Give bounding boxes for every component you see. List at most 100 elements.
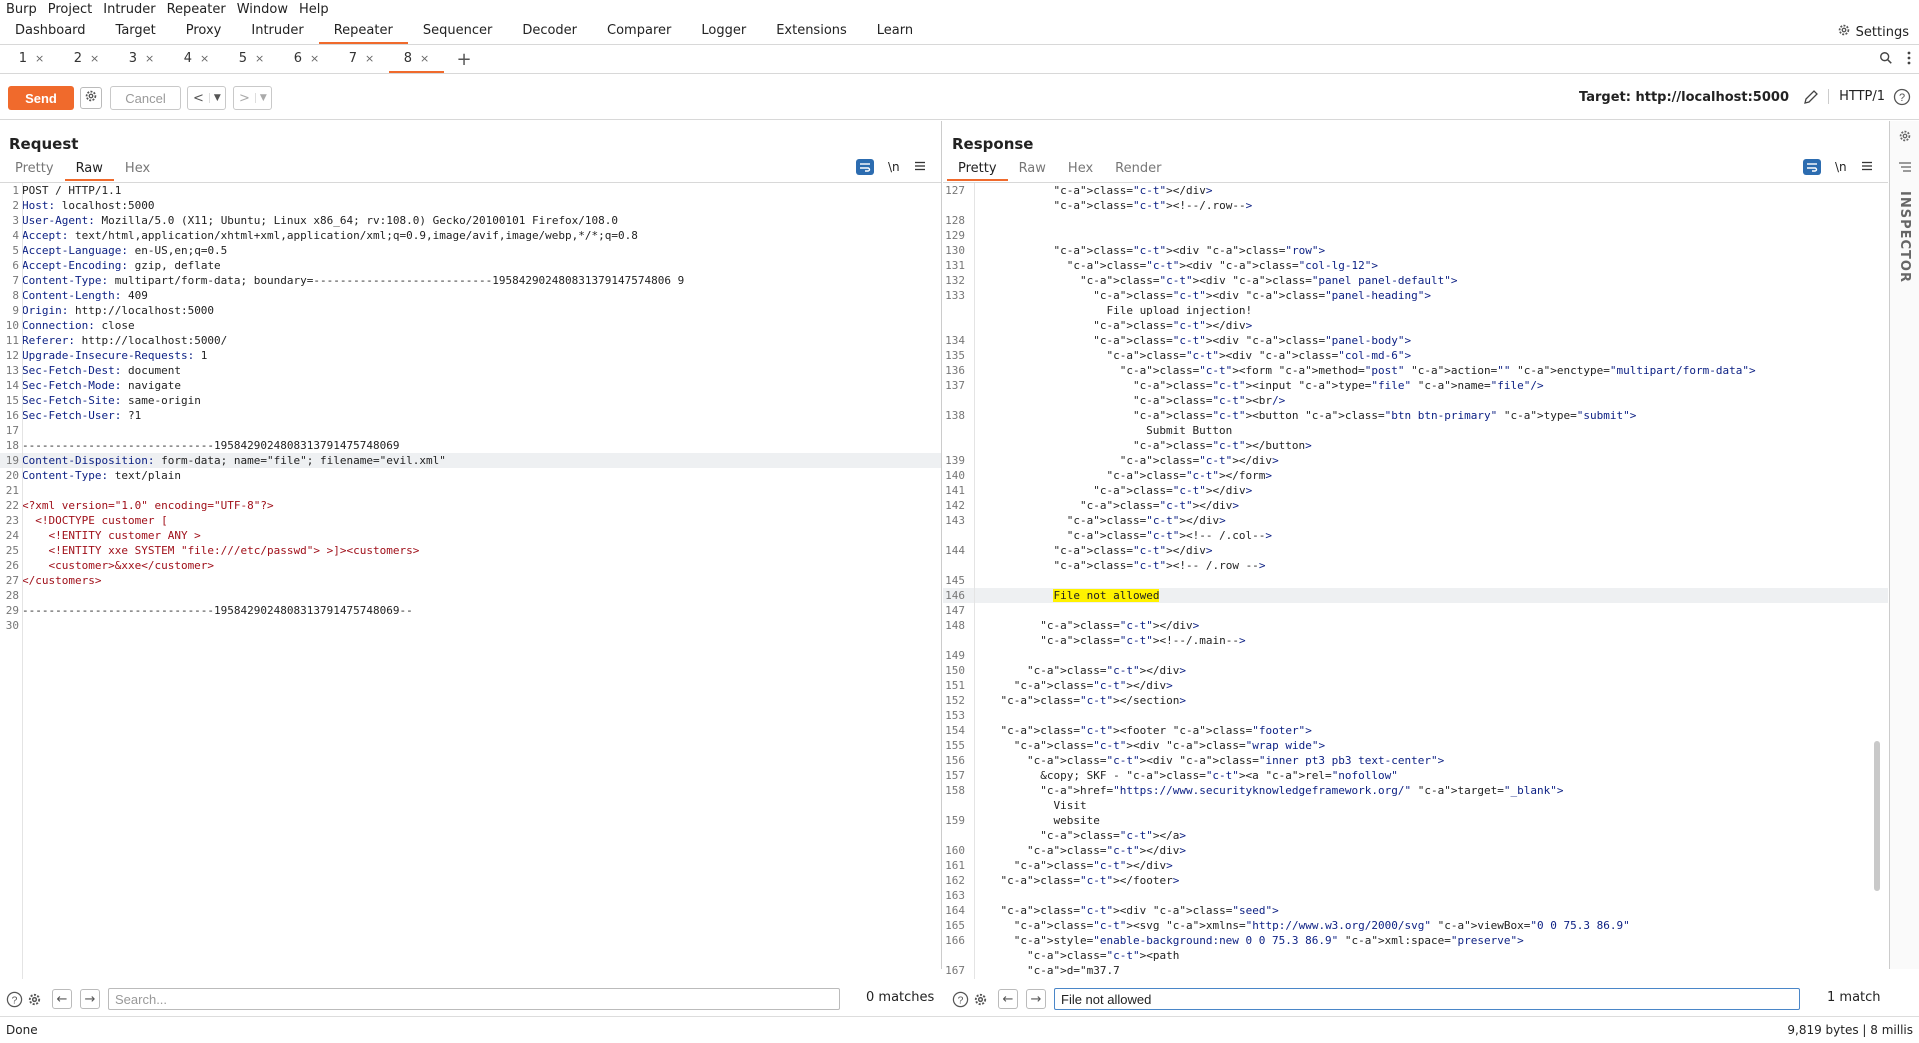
- help-icon[interactable]: ?: [4, 989, 24, 1009]
- menu-repeater[interactable]: Repeater: [167, 2, 226, 17]
- close-icon[interactable]: ×: [200, 52, 209, 65]
- request-editor[interactable]: 1 POST / HTTP/1.1 2 Host: localhost:5000 3 Us…: [0, 183, 941, 979]
- arrow-right-icon[interactable]: →: [80, 989, 100, 1009]
- repeater-tab[interactable]: 3 ×: [114, 46, 169, 73]
- send-options-button[interactable]: [80, 87, 102, 109]
- newline-toggle[interactable]: \n: [888, 160, 900, 174]
- tab-repeater[interactable]: Repeater: [318, 19, 408, 44]
- tab-logger[interactable]: Logger: [686, 19, 761, 44]
- line-text: "c-a">class="c-t"><div "c-a">class="pane…: [1093, 289, 1432, 302]
- hamburger-menu-icon[interactable]: [914, 160, 926, 174]
- tab-decoder[interactable]: Decoder: [507, 19, 592, 44]
- add-tab-button[interactable]: +: [444, 46, 484, 73]
- tab-proxy[interactable]: Proxy: [171, 19, 237, 44]
- line-number: 129: [945, 229, 965, 242]
- newline-toggle[interactable]: \n: [1835, 160, 1847, 174]
- tab-render[interactable]: Render: [1104, 157, 1172, 181]
- tab-sequencer[interactable]: Sequencer: [408, 19, 507, 44]
- tab-learn[interactable]: Learn: [862, 19, 928, 44]
- line-text: Accept-Language: en-US,en;q=0.5: [22, 244, 228, 257]
- arrow-right-icon[interactable]: →: [1026, 989, 1046, 1009]
- close-icon[interactable]: ×: [255, 52, 264, 65]
- line-text: "c-a">class="c-t"></div>: [1093, 484, 1253, 497]
- line-text: [974, 573, 1888, 588]
- gear-icon[interactable]: [970, 989, 990, 1009]
- editor-line: 135 "c-a">class="c-t"><div "c-a">class="…: [943, 348, 1888, 363]
- menu-window[interactable]: Window: [237, 2, 288, 17]
- settings-button[interactable]: Settings: [1837, 19, 1909, 45]
- scrollbar-thumb[interactable]: [1874, 741, 1880, 891]
- editor-line: 162 "c-a">class="c-t"></footer>: [943, 873, 1888, 888]
- line-number: 7: [12, 274, 19, 287]
- tab-pretty[interactable]: Pretty: [4, 157, 65, 181]
- close-icon[interactable]: ×: [145, 52, 154, 65]
- subtab-tools: [1879, 46, 1911, 74]
- line-number: 136: [945, 364, 965, 377]
- repeater-tab[interactable]: 5 ×: [224, 46, 279, 73]
- menu-intruder[interactable]: Intruder: [103, 2, 155, 17]
- menu-help[interactable]: Help: [299, 2, 329, 17]
- target-label: Target: http://localhost:5000: [1579, 90, 1789, 105]
- response-search-input[interactable]: [1054, 988, 1800, 1010]
- repeater-tab[interactable]: 2 ×: [59, 46, 114, 73]
- editor-line: 25 <!ENTITY xxe SYSTEM "file:///etc/pass…: [0, 543, 941, 558]
- search-icon[interactable]: [1879, 51, 1893, 69]
- word-wrap-icon[interactable]: [856, 159, 874, 175]
- tab-pretty[interactable]: Pretty: [947, 157, 1008, 181]
- repeater-tab[interactable]: 7 ×: [334, 46, 389, 73]
- line-number: 138: [945, 409, 965, 422]
- close-icon[interactable]: ×: [310, 52, 319, 65]
- help-icon[interactable]: ?: [950, 989, 970, 1009]
- gear-icon[interactable]: [1898, 129, 1912, 147]
- dropdown-arrow-icon[interactable]: ▼: [208, 93, 225, 103]
- arrow-left-icon[interactable]: ←: [52, 989, 72, 1009]
- request-search-input[interactable]: [108, 988, 840, 1010]
- repeater-tab[interactable]: 4 ×: [169, 46, 224, 73]
- response-panel: Response Pretty Raw Hex Render \n 127 "c…: [943, 121, 1888, 979]
- response-editor[interactable]: 127 "c-a">class="c-t"></div> "c-a">class…: [943, 183, 1888, 979]
- tab-hex[interactable]: Hex: [114, 157, 161, 181]
- history-back-button[interactable]: < ▼: [187, 86, 226, 110]
- line-text: [22, 423, 941, 438]
- close-icon[interactable]: ×: [420, 52, 429, 65]
- pencil-icon[interactable]: [1803, 89, 1819, 109]
- response-search-bar: ? ← →: [950, 985, 1800, 1013]
- arrow-left-icon[interactable]: ←: [998, 989, 1018, 1009]
- repeater-tab-active[interactable]: 8 ×: [389, 46, 444, 73]
- send-button[interactable]: Send: [8, 86, 74, 110]
- repeater-tab[interactable]: 1 ×: [4, 46, 59, 73]
- tab-hex[interactable]: Hex: [1057, 157, 1104, 181]
- http-version[interactable]: HTTP/1: [1828, 89, 1885, 104]
- close-icon[interactable]: ×: [90, 52, 99, 65]
- line-text: Host: localhost:5000: [22, 199, 155, 212]
- editor-line: 2 Host: localhost:5000: [0, 198, 941, 213]
- line-text: "c-a">class="c-t"></div>: [1013, 859, 1173, 872]
- help-icon[interactable]: ?: [1893, 88, 1911, 110]
- tab-comparer[interactable]: Comparer: [592, 19, 686, 44]
- gear-icon[interactable]: [24, 989, 44, 1009]
- editor-line: 29 -----------------------------195842902…: [0, 603, 941, 618]
- tab-raw[interactable]: Raw: [64, 157, 114, 181]
- tab-extensions[interactable]: Extensions: [761, 19, 862, 44]
- cancel-button[interactable]: Cancel: [110, 86, 181, 110]
- more-vertical-icon[interactable]: [1907, 51, 1911, 69]
- editor-line: 19 Content-Disposition: form-data; name="…: [0, 453, 941, 468]
- tab-raw[interactable]: Raw: [1008, 157, 1057, 181]
- tab-intruder[interactable]: Intruder: [236, 19, 318, 44]
- hamburger-menu-icon[interactable]: [1861, 160, 1873, 174]
- line-text: website: [974, 814, 1100, 827]
- list-filter-icon[interactable]: [1898, 161, 1912, 177]
- tab-target[interactable]: Target: [101, 19, 171, 44]
- menu-project[interactable]: Project: [48, 2, 92, 17]
- editor-line: 150 "c-a">class="c-t"></div>: [943, 663, 1888, 678]
- history-forward-button[interactable]: > ▼: [233, 86, 272, 110]
- tab-dashboard[interactable]: Dashboard: [0, 19, 101, 44]
- line-text: File not allowed: [974, 588, 1888, 603]
- dropdown-arrow-icon[interactable]: ▼: [254, 93, 271, 103]
- close-icon[interactable]: ×: [35, 52, 44, 65]
- inspector-tab[interactable]: INSPECTOR: [1897, 191, 1912, 283]
- repeater-tab[interactable]: 6 ×: [279, 46, 334, 73]
- word-wrap-icon[interactable]: [1803, 159, 1821, 175]
- menu-burp[interactable]: Burp: [6, 2, 37, 17]
- close-icon[interactable]: ×: [365, 52, 374, 65]
